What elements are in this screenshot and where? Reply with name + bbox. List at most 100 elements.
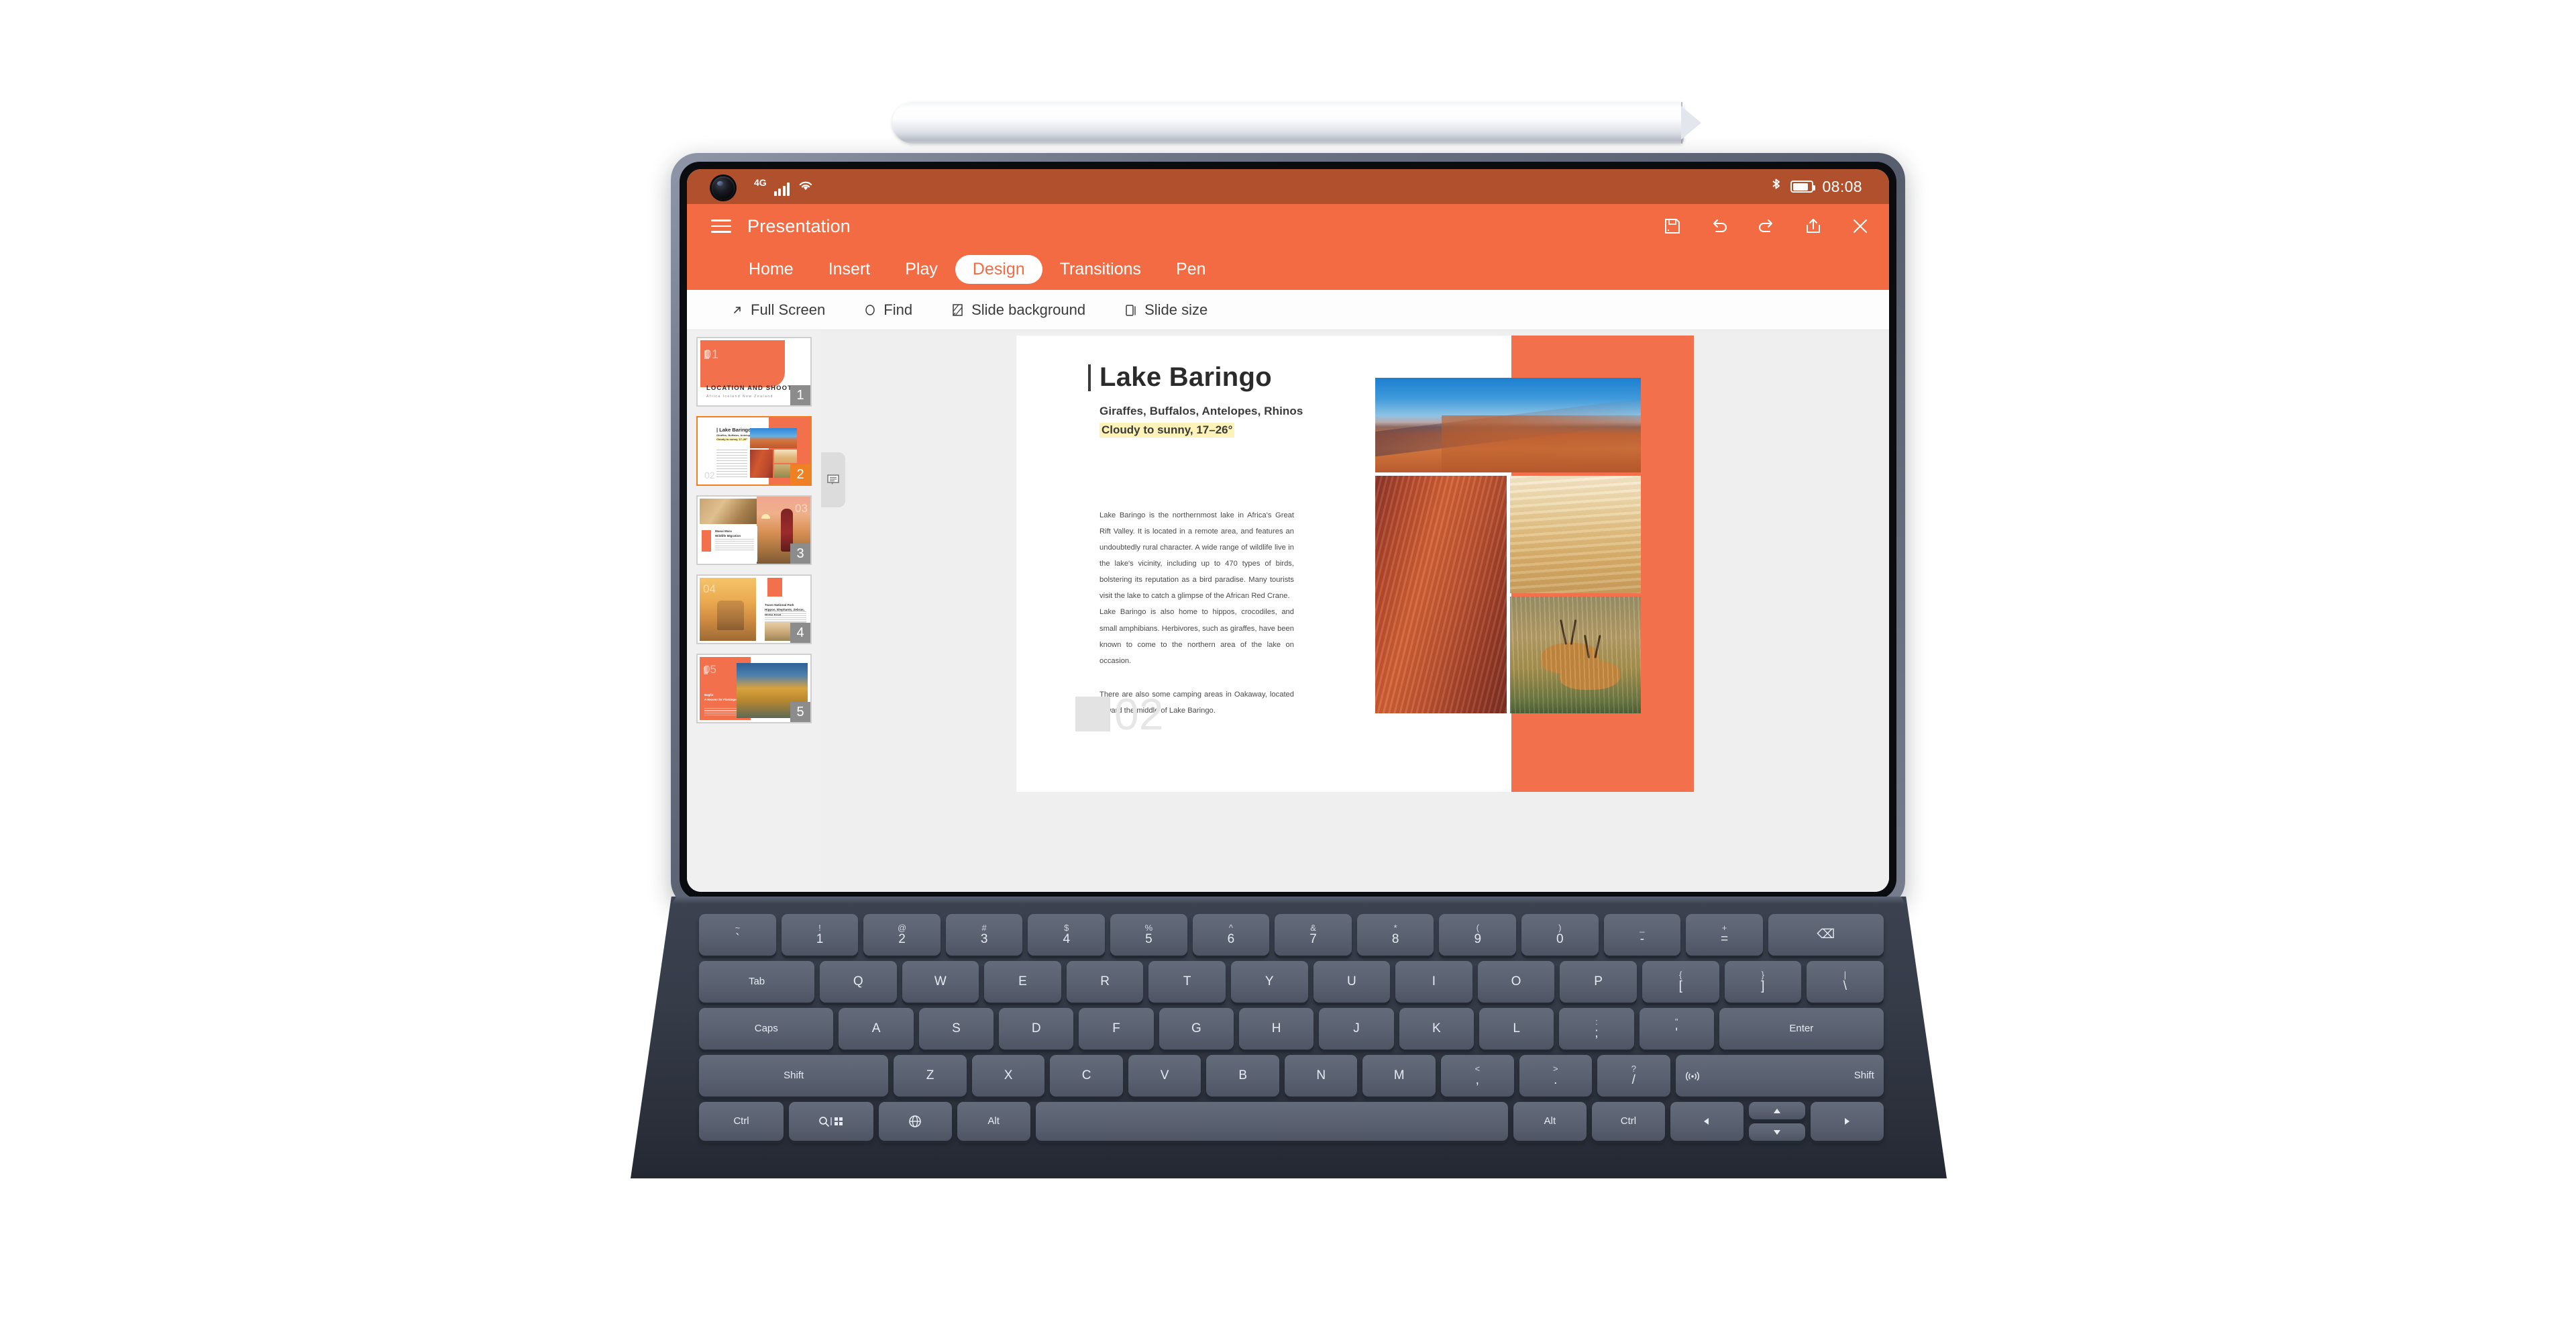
key-w[interactable]: W [902,961,979,1003]
slide-body-text[interactable]: Lake Baringo is the northernmost lake in… [1099,507,1294,719]
keyboard-keys[interactable]: ~ ` ! 1 @2 #3 $4 % 5 ^ 6 & 7 * 8 (9 ) 0 _ - + = ⌫… [696,914,1886,1166]
find-button[interactable]: Find [864,301,912,319]
tab-design[interactable]: Design [955,254,1042,284]
key-t[interactable]: T [1148,961,1226,1003]
key-1[interactable]: ! 1 [781,914,859,956]
key-7[interactable]: & 7 [1275,914,1352,956]
save-icon[interactable] [1661,215,1684,238]
key-4[interactable]: $4 [1028,914,1106,956]
redo-icon[interactable] [1755,215,1778,238]
hamburger-menu-icon[interactable] [711,219,731,233]
key-8[interactable]: * 8 [1356,914,1434,956]
key-search-grid[interactable] [788,1102,873,1141]
stylus-pen[interactable] [892,102,1701,144]
key-f[interactable]: F [1079,1008,1154,1050]
tablet-frame: 4G 08:08 Presentation Home Insert Play D… [671,153,1905,908]
arrow-up-down-stack[interactable] [1748,1102,1805,1141]
slide-canvas-area[interactable]: Lake Baringo Giraffes, Buffalos, Antelop… [821,330,1889,892]
key-u[interactable]: U [1313,961,1391,1003]
key-y[interactable]: Y [1230,961,1308,1003]
slide-thumbnail-2[interactable]: | Lake Baringo Giraffes, Buffalos, Antel… [696,416,812,486]
tab-transitions[interactable]: Transitions [1042,255,1159,284]
key-j[interactable]: J [1319,1008,1394,1050]
slide-thumbnail-4[interactable]: 04 Tsavo National Park Hippos, Elephants,… [696,574,812,644]
slide-size-button[interactable]: Slide size [1124,301,1208,319]
key-alt-right[interactable]: Alt [1513,1102,1587,1141]
key-globe[interactable] [878,1102,952,1141]
slide-thumbnail-panel[interactable]: 01 LOCATION AND SHOOTING LIST Africa Ice… [687,330,821,892]
key-b[interactable]: B [1206,1055,1279,1097]
key-ctrl-right[interactable]: Ctrl [1591,1102,1665,1141]
tab-home[interactable]: Home [731,255,811,284]
close-icon[interactable] [1849,215,1872,238]
key-o[interactable]: O [1477,961,1555,1003]
pale-desert-caravan-photo[interactable] [1509,476,1641,593]
key-9[interactable]: (9 [1439,914,1517,956]
key-shift-right[interactable]: Shift [1675,1055,1884,1097]
key-space[interactable] [1035,1102,1508,1141]
active-slide[interactable]: Lake Baringo Giraffes, Buffalos, Antelop… [1016,336,1694,792]
desert-dune-blue-sky-photo[interactable] [1375,378,1641,472]
key-shift-left[interactable]: Shift [699,1055,889,1097]
key-backslash[interactable]: | \ [1807,961,1884,1003]
tab-insert[interactable]: Insert [811,255,888,284]
comment-notes-icon[interactable] [821,452,845,507]
key-n[interactable]: N [1284,1055,1358,1097]
key-a[interactable]: A [839,1008,914,1050]
key-3[interactable]: #3 [945,914,1023,956]
key-period[interactable]: >. [1519,1055,1593,1097]
key-g[interactable]: G [1159,1008,1234,1050]
key-equals[interactable]: + = [1686,914,1763,956]
key-c[interactable]: C [1050,1055,1123,1097]
slide-thumbnail-1[interactable]: 01 LOCATION AND SHOOTING LIST Africa Ice… [696,337,812,407]
key-arrow-up[interactable] [1748,1102,1805,1119]
key-bracket-left[interactable]: {[ [1642,961,1719,1003]
key-i[interactable]: I [1395,961,1472,1003]
slide-image-grid[interactable] [1375,378,1641,713]
key-semicolon[interactable]: :; [1559,1008,1634,1050]
key-e[interactable]: E [984,961,1061,1003]
full-screen-button[interactable]: Full Screen [731,301,825,319]
key-ctrl-left[interactable]: Ctrl [699,1102,784,1141]
key-x[interactable]: X [971,1055,1045,1097]
key-s[interactable]: S [918,1008,994,1050]
slide-thumbnail-3[interactable]: 03 Masai Mara Wildlife Migration 3 [696,495,812,565]
attached-keyboard[interactable]: ~ ` ! 1 @2 #3 $4 % 5 ^ 6 & 7 * 8 (9 ) 0 _ - + = ⌫… [631,897,1947,1178]
antelopes-running-grassland-photo[interactable] [1509,596,1641,713]
key-arrow-right[interactable] [1810,1102,1884,1141]
undo-icon[interactable] [1708,215,1731,238]
key-0[interactable]: ) 0 [1521,914,1599,956]
tab-pen[interactable]: Pen [1159,255,1223,284]
red-sand-texture-photo[interactable] [1375,476,1507,713]
tab-play[interactable]: Play [888,255,955,284]
key-minus[interactable]: _ - [1603,914,1681,956]
key-tab[interactable]: Tab [699,961,814,1003]
key-v[interactable]: V [1128,1055,1201,1097]
key-k[interactable]: K [1399,1008,1474,1050]
key-q[interactable]: Q [819,961,897,1003]
key-caps-lock[interactable]: Caps [699,1008,834,1050]
key-l[interactable]: L [1479,1008,1554,1050]
key-p[interactable]: P [1560,961,1637,1003]
key-arrow-left[interactable] [1670,1102,1743,1141]
slide-background-button[interactable]: Slide background [951,301,1085,319]
key-comma[interactable]: <, [1440,1055,1514,1097]
key-d[interactable]: D [999,1008,1074,1050]
key-m[interactable]: M [1362,1055,1436,1097]
slide-thumbnail-5[interactable]: 05 Baglio A Heaven for Flamingos 5 [696,654,812,723]
key-z[interactable]: Z [894,1055,967,1097]
key-5[interactable]: % 5 [1110,914,1187,956]
key-backtick[interactable]: ~ ` [699,914,776,956]
key-alt-left[interactable]: Alt [957,1102,1030,1141]
key-bracket-right[interactable]: }] [1724,961,1802,1003]
key-arrow-down[interactable] [1748,1123,1805,1141]
key-2[interactable]: @2 [863,914,941,956]
key-6[interactable]: ^ 6 [1192,914,1270,956]
key-quote[interactable]: " ' [1639,1008,1714,1050]
key-enter[interactable]: Enter [1719,1008,1884,1050]
key-slash[interactable]: ? / [1597,1055,1670,1097]
share-icon[interactable] [1802,215,1825,238]
key-h[interactable]: H [1239,1008,1314,1050]
key-backspace[interactable]: ⌫ [1768,914,1884,956]
key-r[interactable]: R [1066,961,1144,1003]
